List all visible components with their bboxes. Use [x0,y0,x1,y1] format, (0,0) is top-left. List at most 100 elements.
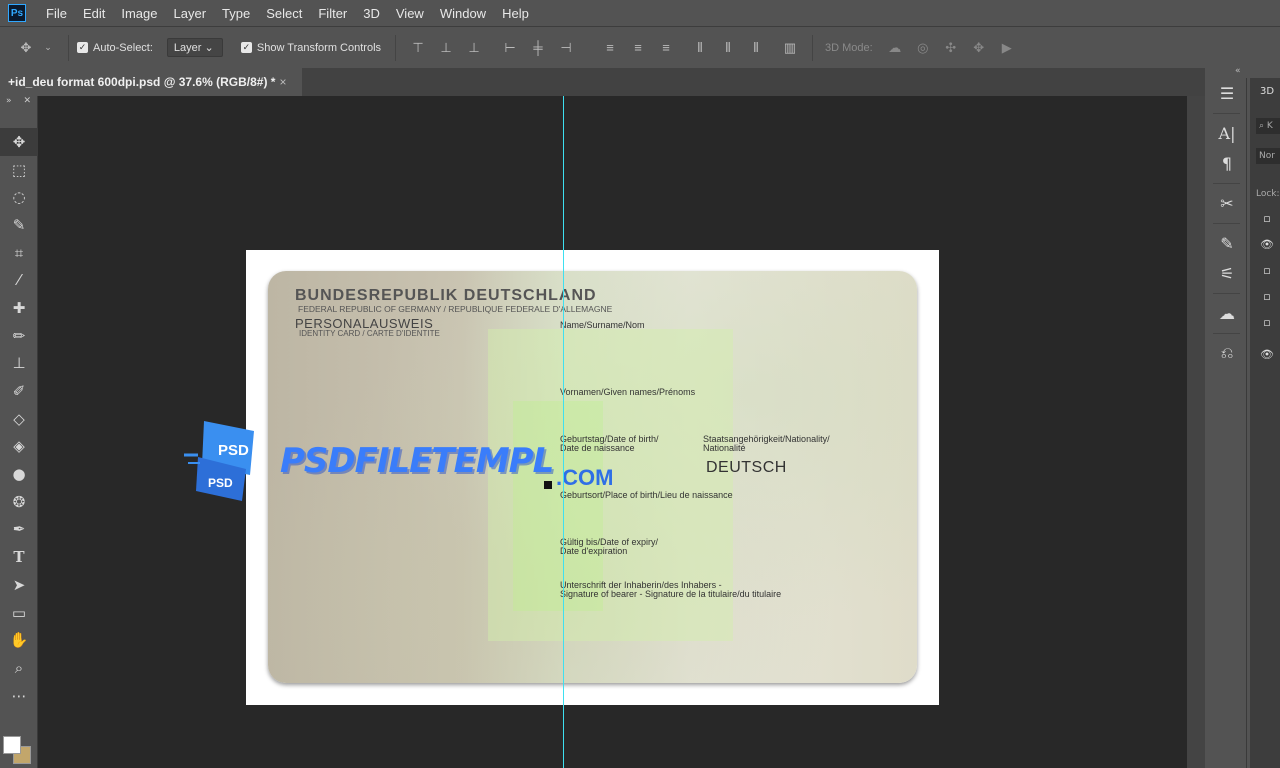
move-tool-icon[interactable]: ✥ [0,128,38,156]
eyedropper-tool-icon[interactable]: ⁄ [0,266,38,294]
path-selection-tool-icon[interactable]: ➤ [0,571,38,599]
layer-visibility-toggle[interactable]: ▫ [1254,288,1280,304]
distribute-hcenter-icon[interactable]: ⫴ [720,40,736,56]
history-icon[interactable]: ⎌ [1207,338,1247,368]
eraser-tool-icon[interactable]: ◇ [0,405,38,433]
lasso-tool-icon[interactable]: ◌ [0,183,38,211]
properties-icon[interactable]: ☰ [1207,78,1247,108]
menu-layer[interactable]: Layer [166,6,215,21]
card-subtitle: FEDERAL REPUBLIC OF GERMANY / REPUBLIQUE… [298,304,613,314]
menu-file[interactable]: File [38,6,75,21]
align-hcenter-icon[interactable]: ╪ [530,40,546,56]
distribute-bottom-icon[interactable]: ≡ [658,40,674,56]
right-dock: « ☰ A| ¶ ✂ ✎ ⚟ ☁ ⎌ 3D ⌕ K Nor Lock: ▫ 👁 … [1205,66,1280,768]
align-left-icon[interactable]: ⊢ [502,40,518,56]
align-vcenter-icon[interactable]: ⊥ [438,40,454,56]
menu-help[interactable]: Help [494,6,537,21]
tool-presets-icon[interactable]: ✂ [1207,188,1247,218]
libraries-icon[interactable]: ☁ [1207,298,1247,328]
quick-select-tool-icon[interactable]: ✎ [0,211,38,239]
align-top-icon[interactable]: ⊤ [410,40,426,56]
menu-type[interactable]: Type [214,6,258,21]
vertical-guide[interactable] [563,96,564,768]
rectangle-tool-icon[interactable]: ▭ [0,599,38,627]
distribute-right-icon[interactable]: ⫴ [748,40,764,56]
paint-bucket-tool-icon[interactable]: ◈ [0,433,38,461]
name-label: Name/Surname/Nom [560,320,645,330]
collapse-toolbox-icon[interactable]: » [6,96,12,110]
watermark-text: PSDFILETEMPL [280,441,554,481]
auto-align-icon[interactable]: ▥ [782,40,798,56]
distribute-vcenter-icon[interactable]: ≡ [630,40,646,56]
move-tool-icon[interactable]: ✥ [18,40,34,56]
brush-settings-icon[interactable]: ⚟ [1207,258,1247,288]
toolbox-header: » ✕ [0,96,37,110]
foreground-color-swatch[interactable] [3,736,21,754]
type-tool-icon[interactable]: T [0,543,38,571]
document-tab-title: +id_deu format 600dpi.psd @ 37.6% (RGB/8… [8,75,276,89]
vertical-scrollbar[interactable] [1187,96,1205,768]
brushes-icon[interactable]: ✎ [1207,228,1247,258]
zoom-tool-icon[interactable]: ⌕ [0,654,38,682]
character-icon[interactable]: A| [1207,118,1247,148]
marquee-tool-icon[interactable]: ⬚ [0,156,38,184]
history-brush-tool-icon[interactable]: ✐ [0,377,38,405]
blur-tool-icon[interactable]: ● [0,460,38,488]
auto-select-dropdown[interactable]: Layer ⌄ [166,38,223,57]
distribute-left-icon[interactable]: ⫴ [692,40,708,56]
auto-select-label: Auto-Select: [93,41,153,54]
paragraph-icon[interactable]: ¶ [1207,148,1247,178]
align-bottom-icon[interactable]: ⊥ [466,40,482,56]
orbit-3d-icon[interactable]: ☁ [887,40,903,56]
expiry-label-2: Date d'expiration [560,546,628,556]
crop-tool-icon[interactable]: ⌗ [0,239,38,267]
align-right-icon[interactable]: ⊣ [558,40,574,56]
menu-edit[interactable]: Edit [75,6,113,21]
camera-3d-icon[interactable]: ▶ [999,40,1015,56]
show-transform-checkbox[interactable]: ✓ [240,42,252,53]
layer-visibility-toggle[interactable]: ▫ [1254,314,1280,330]
blend-mode-select[interactable]: Nor [1256,148,1280,164]
menu-image[interactable]: Image [113,6,165,21]
distribute-top-icon[interactable]: ≡ [602,40,618,56]
toolbox: » ✕ ✥ ⬚ ◌ ✎ ⌗ ⁄ ✚ ✏ ⊥ ✐ ◇ ◈ ● ❂ ✒ T ➤ ▭ … [0,96,38,768]
healing-brush-tool-icon[interactable]: ✚ [0,294,38,322]
menu-filter[interactable]: Filter [310,6,355,21]
collapse-dock-icon[interactable]: « [1235,66,1241,76]
auto-select-checkbox[interactable]: ✓ [77,42,88,53]
layer-visibility-toggle[interactable]: ▫ [1254,210,1280,226]
card-idcard: IDENTITY CARD / CARTE D'IDENTITE [299,329,440,338]
document-tab-bar: +id_deu format 600dpi.psd @ 37.6% (RGB/8… [0,68,1205,96]
3d-panel-tab[interactable]: 3D [1260,86,1274,97]
watermark-dot [544,481,552,489]
divider [395,34,397,61]
divider [1213,108,1240,114]
close-tab-icon[interactable]: × [279,75,286,89]
layer-search-field[interactable]: ⌕ K [1256,118,1280,134]
divider [1213,218,1240,224]
logo-bottom-text: PSD [208,476,233,490]
document-tab[interactable]: +id_deu format 600dpi.psd @ 37.6% (RGB/8… [0,68,302,96]
clone-stamp-tool-icon[interactable]: ⊥ [0,350,38,378]
brush-tool-icon[interactable]: ✏ [0,322,38,350]
pan-3d-icon[interactable]: ✣ [943,40,959,56]
eye-icon[interactable]: 👁 [1254,236,1280,252]
close-toolbox-icon[interactable]: ✕ [23,96,31,110]
psd-logo-icon: PSD PSD [184,421,254,501]
divider [1213,178,1240,184]
divider [812,34,814,61]
menu-select[interactable]: Select [258,6,310,21]
menu-3d[interactable]: 3D [355,6,388,21]
menu-bar: Ps File Edit Image Layer Type Select Fil… [0,0,1280,26]
tool-preset-chevron-icon[interactable]: ⌄ [40,40,56,56]
roll-3d-icon[interactable]: ◎ [915,40,931,56]
dodge-tool-icon[interactable]: ❂ [0,488,38,516]
slide-3d-icon[interactable]: ✥ [971,40,987,56]
menu-view[interactable]: View [388,6,432,21]
hand-tool-icon[interactable]: ✋ [0,626,38,654]
pen-tool-icon[interactable]: ✒ [0,516,38,544]
more-tools-icon[interactable]: ⋯ [0,682,38,710]
layer-visibility-toggle[interactable]: ▫ [1254,262,1280,278]
menu-window[interactable]: Window [432,6,494,21]
eye-icon[interactable]: 👁 [1254,346,1280,362]
